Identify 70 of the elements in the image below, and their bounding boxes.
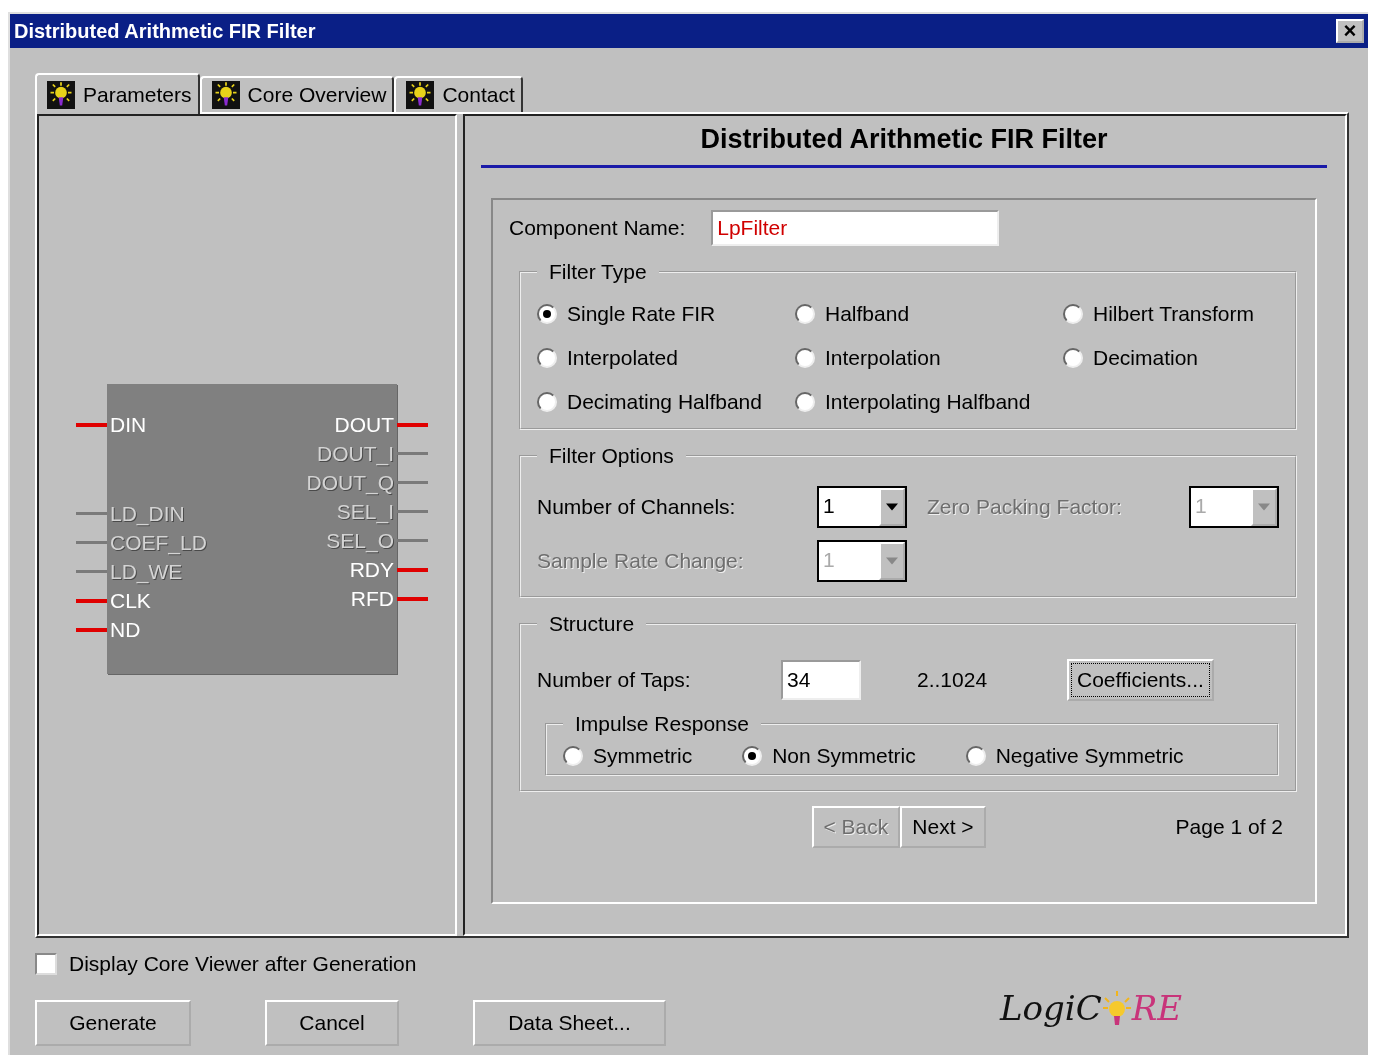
lightbulb-icon [1101, 988, 1132, 1028]
caret-icon [886, 557, 898, 565]
dropdown[interactable]: 1 [817, 486, 907, 528]
dialog-button[interactable]: Cancel [265, 1000, 399, 1046]
radio-option[interactable]: Negative Symmetric [965, 744, 1184, 768]
dialog-button[interactable]: Data Sheet... [473, 1000, 666, 1046]
radio-button[interactable] [537, 348, 557, 368]
radio-option[interactable]: Symmetric [563, 744, 693, 768]
field-label: Component Name: [509, 216, 686, 240]
pin-label: SEL_I [335, 499, 395, 524]
pin-label: DIN [109, 412, 148, 437]
tab[interactable]: Parameters [35, 73, 200, 114]
tab[interactable]: Contact [394, 76, 523, 112]
pin-label: RFD [349, 586, 395, 611]
lightbulb-icon [406, 81, 435, 109]
pin-label: ND [109, 617, 142, 642]
radio-option[interactable]: Single Rate FIR [537, 302, 795, 326]
group-label: Structure [548, 612, 636, 636]
lightbulb-icon [47, 80, 75, 109]
radio-button[interactable] [537, 304, 557, 324]
field-label: Number of Channels: [537, 495, 737, 519]
coefficients-button[interactable]: Coefficients... [1067, 659, 1214, 701]
page-indicator: Page 1 of 2 [1175, 815, 1283, 839]
checkbox[interactable] [35, 953, 57, 975]
radio-button[interactable] [563, 746, 583, 766]
pin-label: DOUT_I [316, 441, 395, 466]
caret-icon [1258, 503, 1270, 511]
close-button[interactable]: × [1336, 19, 1364, 43]
radio-button[interactable] [795, 392, 815, 412]
radio-option[interactable]: Decimating Halfband [537, 390, 795, 414]
group-label: Impulse Response [574, 712, 750, 736]
tab[interactable]: Core Overview [199, 76, 395, 112]
group-label: Filter Options [548, 444, 675, 468]
caret-icon [886, 503, 898, 511]
radio-option[interactable]: Non Symmetric [742, 744, 916, 768]
pin-label: SEL_O [325, 528, 395, 553]
pin-label: DOUT [333, 412, 395, 437]
group-label: Filter Type [548, 260, 648, 284]
dialog-button[interactable]: Generate [35, 1000, 191, 1046]
radio-button[interactable] [742, 746, 763, 766]
pin-label: RDY [348, 557, 395, 582]
radio-button[interactable] [1063, 348, 1083, 368]
field-label: Number of Taps: [537, 668, 692, 692]
pin-label: LD_WE [109, 559, 184, 584]
panel-heading: Distributed Arithmetic FIR Filter [481, 124, 1327, 168]
range-hint: 2..1024 [916, 668, 989, 692]
radio-button[interactable] [795, 348, 815, 368]
radio-option[interactable]: Halfband [795, 302, 1063, 326]
radio-option[interactable]: Interpolation [795, 346, 1063, 370]
window-title: Distributed Arithmetic FIR Filter [14, 19, 316, 43]
pin-label: COEF_LD [109, 530, 208, 555]
radio-button[interactable] [965, 746, 986, 766]
field-label: Sample Rate Change: [537, 549, 745, 573]
radio-option[interactable]: Interpolating Halfband [795, 390, 1063, 414]
radio-button[interactable] [537, 392, 557, 412]
component-name-field[interactable]: LpFilter [711, 210, 1000, 246]
pin-label: CLK [109, 588, 152, 613]
lightbulb-icon [211, 81, 240, 109]
radio-option[interactable]: Interpolated [537, 346, 795, 370]
pin-label: DOUT_Q [305, 470, 395, 495]
radio-button[interactable] [1063, 304, 1083, 324]
radio-option[interactable]: Hilbert Transform [1063, 302, 1279, 326]
pin-label: LD_DIN [109, 501, 186, 526]
viewer-checkbox-option[interactable]: Display Core Viewer after Generation [35, 950, 1368, 978]
radio-option[interactable]: Decimation [1063, 346, 1279, 370]
taps-field[interactable]: 34 [781, 660, 861, 700]
field-label: Zero Packing Factor: [926, 495, 1123, 519]
radio-button[interactable] [795, 304, 815, 324]
logo: LogiC RE [1000, 988, 1183, 1028]
next-button[interactable]: Next > [900, 806, 986, 848]
